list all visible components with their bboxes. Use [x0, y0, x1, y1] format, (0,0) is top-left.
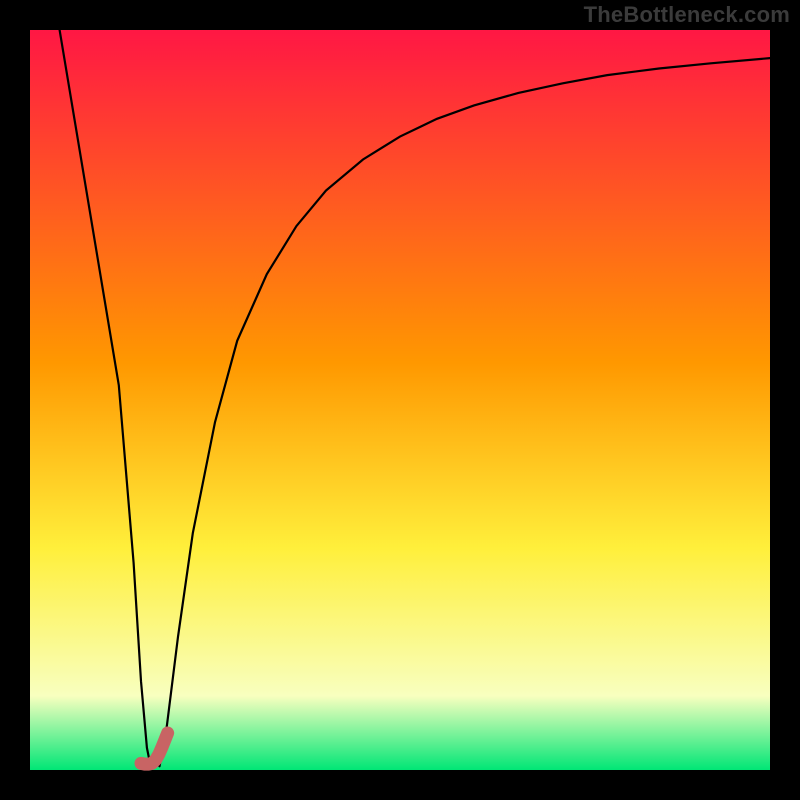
watermark-text: TheBottleneck.com [584, 2, 790, 28]
bottleneck-chart [0, 0, 800, 800]
chart-stage: TheBottleneck.com [0, 0, 800, 800]
plot-area [30, 30, 770, 770]
